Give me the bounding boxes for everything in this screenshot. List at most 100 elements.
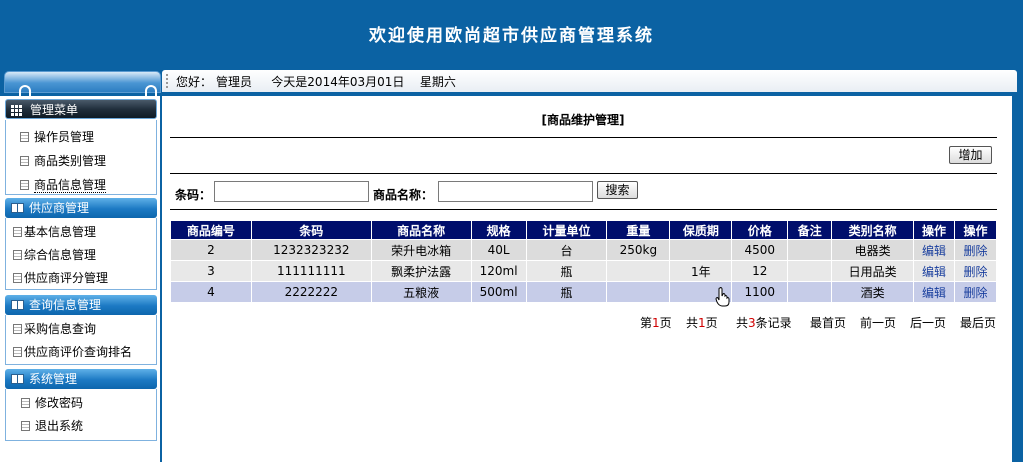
grip-icon	[166, 74, 171, 88]
cell-barcode: 2222222	[250, 281, 372, 303]
cell-shelf-life: 1年	[669, 260, 733, 282]
sidebar-item-label: 商品类别管理	[34, 154, 107, 168]
app-title: 欢迎使用欧尚超市供应商管理系统	[369, 26, 654, 46]
edit-link[interactable]: 编辑	[922, 286, 946, 300]
book-icon	[11, 203, 24, 213]
column-header: 操作	[913, 220, 955, 240]
cell-barcode: 1232323232	[250, 239, 372, 261]
cell-note	[787, 260, 833, 282]
main-content: [商品维护管理] 增加 条码： 商品名称： 搜索 商品编号 条码 商品名称 规格…	[162, 96, 1023, 462]
cell-edit: 编辑	[913, 281, 955, 303]
book-icon	[11, 374, 24, 384]
column-header: 计量单位	[525, 220, 608, 240]
product-name-input[interactable]	[438, 181, 593, 202]
menu-group-system[interactable]: 系统管理	[5, 369, 157, 389]
sidebar-item-label: 商品信息管理	[34, 178, 107, 193]
weekday-text: 星期六	[419, 75, 456, 89]
column-header: 重量	[606, 220, 671, 240]
barcode-input[interactable]	[214, 181, 369, 202]
sidebar-item-label: 供应商评分管理	[24, 271, 109, 285]
barcode-label: 条码：	[175, 188, 212, 202]
menu-group-supplier[interactable]: 供应商管理	[5, 198, 157, 218]
sidebar-item-general-info[interactable]: 综合信息管理	[13, 246, 96, 263]
column-header: 保质期	[669, 220, 733, 240]
column-header: 商品编号	[170, 220, 252, 240]
document-icon	[21, 421, 30, 431]
document-icon	[20, 156, 29, 166]
cell-unit: 台	[525, 239, 608, 261]
cell-delete: 删除	[953, 281, 998, 303]
document-icon	[20, 132, 29, 142]
add-button[interactable]: 增加	[949, 146, 992, 164]
menu-group-title: 管理菜单	[30, 103, 79, 117]
grid-icon	[11, 105, 24, 116]
sidebar-item-basic-info[interactable]: 基本信息管理	[13, 223, 96, 240]
document-icon	[21, 398, 30, 408]
column-header: 商品名称	[370, 220, 472, 240]
sidebar-item-logout[interactable]: 退出系统	[21, 417, 83, 434]
cell-unit: 瓶	[525, 260, 608, 282]
page-title: [商品维护管理]	[541, 113, 625, 127]
cell-weight: 250kg	[606, 239, 671, 261]
cell-delete: 删除	[953, 260, 998, 282]
last-page-link[interactable]: 最后页	[960, 314, 996, 331]
sidebar-item-supplier-score[interactable]: 供应商评分管理	[13, 269, 108, 286]
sidebar-item-purchase-query[interactable]: 采购信息查询	[13, 320, 96, 337]
first-page-link[interactable]: 最首页	[810, 314, 846, 331]
sidebar-item-operator[interactable]: 操作员管理	[20, 128, 94, 145]
cell-id: 3	[170, 260, 252, 282]
document-icon	[13, 273, 22, 283]
document-icon	[13, 250, 22, 260]
sidebar-item-label: 基本信息管理	[24, 225, 97, 239]
cell-edit: 编辑	[913, 260, 955, 282]
sidebar-header-tab	[4, 71, 161, 97]
prev-page-link[interactable]: 前一页	[860, 314, 896, 331]
user-name: 管理员	[216, 75, 253, 89]
menu-group-query[interactable]: 查询信息管理	[5, 295, 157, 315]
document-icon	[13, 347, 22, 357]
total-pages-number: 1	[698, 316, 706, 330]
sidebar-item-label: 退出系统	[35, 419, 84, 433]
table-row: 3 111111111 飘柔护法露 120ml 瓶 1年 12 日用品类 编辑 …	[170, 260, 998, 282]
sidebar-item-category[interactable]: 商品类别管理	[20, 152, 106, 169]
sidebar-item-label: 采购信息查询	[24, 322, 97, 336]
edit-link[interactable]: 编辑	[922, 265, 946, 279]
edit-link[interactable]: 编辑	[922, 244, 946, 258]
cell-weight	[606, 281, 671, 303]
total-records-number: 3	[748, 316, 756, 330]
menu-group-title: 查询信息管理	[29, 298, 102, 312]
next-page-link[interactable]: 后一页	[910, 314, 946, 331]
cell-category: 酒类	[831, 281, 915, 303]
delete-link[interactable]: 删除	[963, 286, 987, 300]
cell-shelf-life	[669, 239, 733, 261]
top-bar: 您好： 管理员 今天是2014年03月01日 星期六	[0, 70, 1023, 97]
scrollbar[interactable]	[1012, 96, 1023, 462]
column-header: 备注	[787, 220, 833, 240]
delete-link[interactable]: 删除	[963, 265, 987, 279]
total-pages: 共1页	[686, 316, 718, 330]
document-icon	[13, 227, 22, 237]
sidebar-item-supplier-ranking[interactable]: 供应商评价查询排名	[13, 343, 132, 360]
sidebar: 管理菜单 操作员管理 商品类别管理 商品信息管理 供应商管理 基本信息管理 综合…	[0, 96, 162, 462]
book-icon	[11, 300, 24, 310]
cell-barcode: 111111111	[250, 260, 372, 282]
date-text: 今天是2014年03月01日	[271, 75, 405, 89]
search-button[interactable]: 搜索	[597, 181, 638, 199]
delete-link[interactable]: 删除	[963, 244, 987, 258]
cell-name: 五粮液	[370, 281, 472, 303]
cell-note	[787, 239, 833, 261]
table-row: 2 1232323232 荣升电冰箱 40L 台 250kg 4500 电器类 …	[170, 239, 998, 261]
cell-price: 12	[731, 260, 789, 282]
column-header: 条码	[250, 220, 372, 240]
current-page-number: 1	[652, 316, 660, 330]
sidebar-item-change-password[interactable]: 修改密码	[21, 394, 83, 411]
cell-unit: 瓶	[525, 281, 608, 303]
menu-group-title: 系统管理	[29, 372, 78, 386]
sidebar-item-label: 修改密码	[35, 396, 84, 410]
menu-group-admin[interactable]: 管理菜单	[5, 99, 157, 119]
sidebar-item-label: 操作员管理	[34, 130, 95, 144]
column-header: 操作	[953, 220, 998, 240]
sidebar-item-label: 供应商评价查询排名	[24, 345, 133, 359]
cell-spec: 40L	[470, 239, 527, 261]
sidebar-item-product[interactable]: 商品信息管理	[20, 176, 107, 193]
